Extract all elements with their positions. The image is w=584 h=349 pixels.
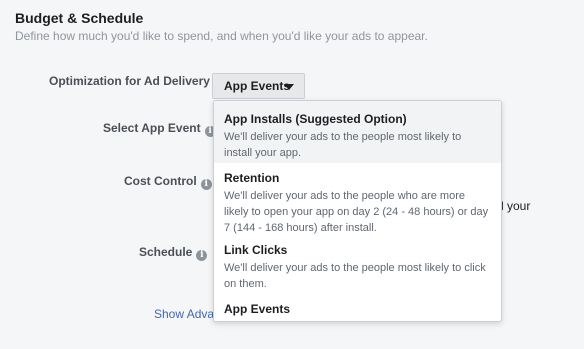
cost-control-label: Cost Control [124, 174, 197, 188]
option-title: Link Clicks [224, 243, 288, 257]
option-link-clicks[interactable]: Link Clicks We'll deliver your ads to th… [214, 243, 501, 292]
option-title: App Installs (Suggested Option) [224, 112, 407, 126]
schedule-row: Schedule i [139, 245, 208, 261]
occluded-text: d your [497, 199, 531, 213]
optimization-label: Optimization for Ad Delivery [49, 74, 210, 88]
option-app-installs[interactable]: App Installs (Suggested Option) We'll de… [214, 101, 501, 163]
option-description: We'll deliver your ads to the people mos… [224, 131, 462, 159]
schedule-label: Schedule [139, 245, 193, 259]
optimization-row: Optimization for Ad Deliveryi [49, 74, 225, 90]
app-event-row: Select App Event i [103, 121, 216, 137]
caret-down-icon [284, 84, 294, 90]
optimization-dropdown[interactable]: App Events [212, 73, 305, 99]
option-title: App Events [224, 302, 291, 316]
show-advanced-link[interactable]: Show Advan [154, 307, 221, 321]
info-icon[interactable]: i [200, 179, 212, 190]
option-description: We'll deliver your ads to the people who… [224, 190, 489, 234]
option-description: We'll deliver your ads to the people mos… [224, 262, 486, 290]
optimization-dropdown-menu: App Installs (Suggested Option) We'll de… [213, 100, 502, 322]
option-title: Retention [224, 171, 280, 185]
section-title: Budget & Schedule [15, 10, 144, 26]
section-subtitle: Define how much you'd like to spend, and… [15, 29, 428, 43]
dropdown-selected-value: App Events [224, 79, 291, 93]
option-retention[interactable]: Retention We'll deliver your ads to the … [214, 171, 501, 236]
cost-control-row: Cost Control i [124, 174, 212, 190]
app-event-label: Select App Event [103, 121, 201, 135]
option-app-events[interactable]: App Events [214, 302, 501, 316]
info-icon[interactable]: i [196, 250, 208, 261]
